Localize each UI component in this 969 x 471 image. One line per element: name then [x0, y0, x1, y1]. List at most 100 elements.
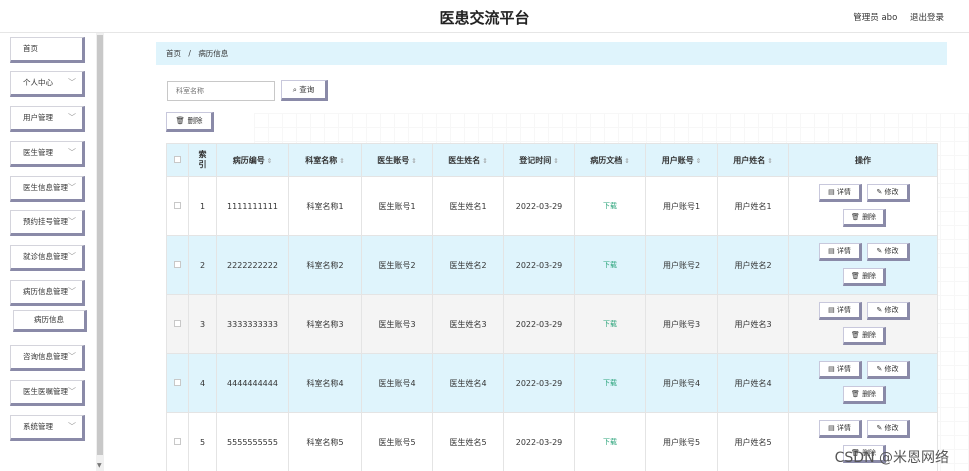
header-doctor-name[interactable]: 医生姓名 ⇕: [432, 143, 504, 177]
cell-user-account: 用户账号1: [645, 176, 718, 236]
row-select-cell[interactable]: [166, 176, 189, 236]
row-select-cell[interactable]: [166, 235, 189, 295]
sort-icon[interactable]: ⇕: [696, 157, 701, 165]
row-checkbox[interactable]: [174, 378, 181, 386]
sort-icon[interactable]: ⇕: [267, 157, 272, 165]
sort-icon[interactable]: ⇕: [767, 157, 772, 165]
cell-doctor-account: 医生账号3: [361, 294, 433, 354]
row-select-cell[interactable]: [166, 294, 189, 354]
row-select-cell[interactable]: [166, 412, 189, 471]
action-group: ▤ 详情 ✎ 修改 🗑 删除: [789, 296, 937, 352]
sidebar-item[interactable]: 医生医嘱管理 ﹀: [10, 380, 85, 406]
sidebar-scrollbar[interactable]: ▼: [96, 33, 104, 471]
cell-doctor-name: 医生姓名1: [432, 176, 504, 236]
delete-button[interactable]: 🗑 删除: [843, 386, 886, 404]
download-link[interactable]: 下载: [603, 320, 617, 328]
cell-doc: 下载: [574, 294, 646, 354]
download-link[interactable]: 下载: [603, 438, 617, 446]
cell-reg-time: 2022-03-29: [503, 412, 575, 471]
edit-icon: ✎: [876, 424, 885, 432]
header-doc[interactable]: 病历文档 ⇕: [574, 143, 646, 177]
header-user-name[interactable]: 用户姓名 ⇕: [717, 143, 789, 177]
edit-button[interactable]: ✎ 修改: [867, 361, 910, 379]
sidebar-item[interactable]: 系统管理 ﹀: [10, 415, 85, 441]
header-record-no[interactable]: 病历编号 ⇕: [216, 143, 289, 177]
scrollbar-thumb[interactable]: [97, 35, 103, 455]
chevron-down-icon: ﹀: [68, 287, 76, 296]
detail-button[interactable]: ▤ 详情: [819, 243, 862, 261]
table-row: 5 5555555555 科室名称5 医生账号5 医生姓名5 2022-03-29 下载 用户…: [166, 412, 938, 471]
edit-button[interactable]: ✎ 修改: [867, 184, 910, 202]
detail-icon: ▤: [828, 424, 837, 432]
detail-icon: ▤: [828, 247, 837, 255]
cell-actions: ▤ 详情 ✎ 修改 🗑 删除: [788, 235, 938, 295]
batch-delete-button[interactable]: 🗑 删除: [166, 112, 214, 132]
delete-button[interactable]: 🗑 删除: [843, 327, 886, 345]
select-all-checkbox[interactable]: [174, 155, 181, 163]
sidebar-item[interactable]: 预约挂号管理 ﹀: [10, 210, 85, 236]
cell-user-name: 用户姓名1: [717, 176, 789, 236]
edit-button[interactable]: ✎ 修改: [867, 420, 910, 438]
sidebar-item-label: 医生医嘱管理: [23, 387, 68, 396]
download-link[interactable]: 下载: [603, 202, 617, 210]
cell-index: 4: [188, 353, 217, 413]
row-checkbox[interactable]: [174, 260, 181, 268]
chevron-down-icon: ﹀: [68, 252, 76, 261]
detail-button[interactable]: ▤ 详情: [819, 302, 862, 320]
sidebar-item[interactable]: 首页: [10, 37, 85, 63]
detail-button[interactable]: ▤ 详情: [819, 420, 862, 438]
breadcrumb-home[interactable]: 首页: [166, 49, 181, 58]
sidebar-item[interactable]: 病历信息管理 ﹀: [10, 280, 85, 306]
sidebar-item-label: 用户管理: [23, 113, 53, 122]
row-checkbox[interactable]: [174, 201, 181, 209]
download-link[interactable]: 下载: [603, 379, 617, 387]
header-dept[interactable]: 科室名称 ⇕: [288, 143, 362, 177]
batch-delete-label: 删除: [187, 116, 203, 125]
delete-button[interactable]: 🗑 删除: [843, 268, 886, 286]
sort-icon[interactable]: ⇕: [339, 157, 344, 165]
delete-button[interactable]: 🗑 删除: [843, 209, 886, 227]
sidebar-item[interactable]: 咨询信息管理 ﹀: [10, 345, 85, 371]
sidebar-item[interactable]: 病历信息: [13, 310, 87, 332]
dept-search-input[interactable]: [167, 81, 275, 101]
scroll-down-icon[interactable]: ▼: [97, 462, 102, 469]
action-group: ▤ 详情 ✎ 修改 🗑 删除: [789, 178, 937, 234]
edit-label: 修改: [884, 188, 899, 196]
edit-button[interactable]: ✎ 修改: [867, 302, 910, 320]
sort-icon[interactable]: ⇕: [482, 157, 487, 165]
download-link[interactable]: 下载: [603, 261, 617, 269]
sidebar: 首页 个人中心 ﹀ 用户管理 ﹀ 医生管理 ﹀ 医生信息管理 ﹀ 预约挂号管理 ﹀ 就诊信息管理 ﹀ 病历…: [0, 33, 104, 471]
detail-button[interactable]: ▤ 详情: [819, 184, 862, 202]
cell-doctor-name: 医生姓名4: [432, 353, 504, 413]
header-user-account[interactable]: 用户账号 ⇕: [645, 143, 718, 177]
sidebar-item-label: 医生信息管理: [23, 183, 68, 192]
chevron-down-icon: ﹀: [68, 352, 76, 361]
delete-label: 删除: [862, 213, 877, 221]
sidebar-item[interactable]: 个人中心 ﹀: [10, 71, 85, 97]
row-checkbox[interactable]: [174, 437, 181, 445]
row-checkbox[interactable]: [174, 319, 181, 327]
sort-icon[interactable]: ⇕: [553, 157, 558, 165]
header-user-account-label: 用户账号: [661, 155, 694, 165]
sort-icon[interactable]: ⇕: [411, 157, 416, 165]
logout-link[interactable]: 退出登录: [910, 13, 944, 23]
detail-icon: ▤: [828, 188, 837, 196]
select-all-cell[interactable]: [166, 143, 189, 177]
row-select-cell[interactable]: [166, 353, 189, 413]
header-doctor-name-label: 医生姓名: [448, 155, 481, 165]
sort-icon[interactable]: ⇕: [624, 157, 629, 165]
sidebar-item[interactable]: 就诊信息管理 ﹀: [10, 245, 85, 271]
header-reg-time[interactable]: 登记时间 ⇕: [503, 143, 575, 177]
sidebar-item[interactable]: 医生管理 ﹀: [10, 141, 85, 167]
detail-button[interactable]: ▤ 详情: [819, 361, 862, 379]
header-doctor-account[interactable]: 医生账号 ⇕: [361, 143, 433, 177]
query-button[interactable]: ⌕ 查询: [281, 80, 328, 101]
breadcrumb-separator: /: [188, 49, 191, 58]
cell-user-name: 用户姓名2: [717, 235, 789, 295]
sidebar-item-label: 首页: [23, 44, 38, 53]
sidebar-item[interactable]: 用户管理 ﹀: [10, 106, 85, 132]
sidebar-item-label: 医生管理: [23, 148, 53, 157]
sidebar-item[interactable]: 医生信息管理 ﹀: [10, 176, 85, 202]
cell-dept: 科室名称1: [288, 176, 362, 236]
edit-button[interactable]: ✎ 修改: [867, 243, 910, 261]
